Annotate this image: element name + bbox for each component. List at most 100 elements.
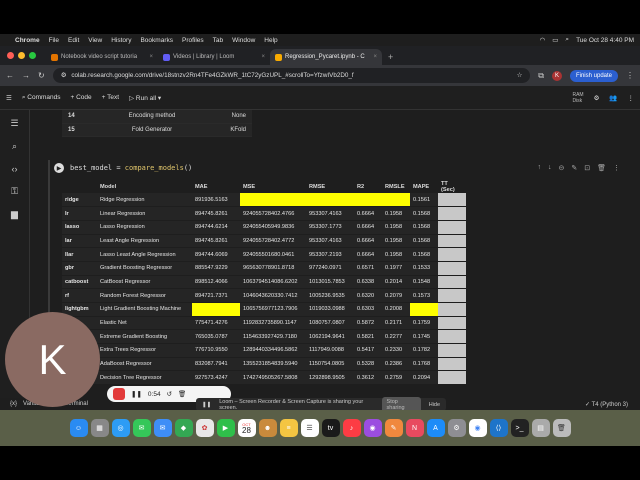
menu-tab[interactable]: Tab	[213, 37, 223, 44]
tab-regression-notebook[interactable]: Regression_Pycaret.ipynb - C ×	[270, 49, 382, 65]
contacts-icon[interactable]: ☻	[258, 419, 277, 437]
mirror-cell-icon[interactable]: ⊡	[584, 164, 590, 172]
reload-icon[interactable]: ↻	[38, 71, 45, 80]
more-options-icon[interactable]: ⋮	[628, 94, 635, 102]
podcasts-icon[interactable]: ◉	[363, 419, 382, 437]
mail-icon[interactable]: ✉	[153, 419, 172, 437]
variables-icon[interactable]: {x}	[10, 401, 17, 407]
site-info-icon[interactable]: ⚙	[61, 72, 67, 79]
downloads-folder-icon[interactable]: ▤	[531, 419, 550, 437]
cell-mse: 965630778901.8718	[240, 261, 306, 276]
new-tab-icon[interactable]: +	[382, 52, 399, 65]
chrome-icon[interactable]: ◉	[468, 419, 487, 437]
delete-icon[interactable]: 🗑	[597, 164, 606, 172]
cell-mae: 894744.6214	[192, 220, 240, 235]
cell-more-icon[interactable]: ⋮	[613, 164, 620, 172]
finish-update-button[interactable]: Finish update	[569, 69, 618, 82]
trash-icon[interactable]: 🗑	[552, 419, 571, 437]
safari-icon[interactable]: ◎	[111, 419, 130, 437]
move-down-icon[interactable]: ↓	[548, 164, 552, 172]
wifi-icon[interactable]: ◠	[540, 36, 546, 44]
url-field[interactable]: ⚙ colab.research.google.com/drive/18stnz…	[52, 68, 531, 83]
menu-profiles[interactable]: Profiles	[182, 37, 204, 44]
messages-icon[interactable]: ✉	[132, 419, 151, 437]
resource-indicator[interactable]: RAM Disk	[572, 92, 583, 104]
edit-icon[interactable]: ✎	[571, 164, 577, 172]
tab-notebook-script[interactable]: Notebook video script tutoria ×	[46, 49, 158, 65]
runtime-status[interactable]: ✓ T4 (Python 3)	[585, 401, 628, 408]
run-cell-button[interactable]: ▶	[54, 163, 64, 173]
files-folder-icon[interactable]: ▆	[11, 209, 18, 220]
finder-icon[interactable]: ☺	[69, 419, 88, 437]
maps-icon[interactable]: ◆	[174, 419, 193, 437]
code-cell[interactable]: ▶ best_model = compare_models() ↑ ↓ ⊝ ✎ …	[48, 160, 626, 398]
run-all-button[interactable]: ▷ Run all ▾	[129, 94, 161, 102]
back-icon[interactable]: ←	[6, 71, 14, 80]
close-tab-icon[interactable]: ×	[261, 54, 265, 60]
close-tab-icon[interactable]: ×	[373, 54, 377, 60]
code-snippets-icon[interactable]: ‹›	[12, 164, 18, 174]
system-settings-icon[interactable]: ⚙	[447, 419, 466, 437]
menu-view[interactable]: View	[88, 37, 102, 44]
cell-code[interactable]: best_model = compare_models()	[70, 164, 192, 172]
facetime-icon[interactable]: ▶	[216, 419, 235, 437]
menubar-datetime[interactable]: Tue Oct 28 4:40 PM	[576, 37, 634, 44]
loom-camera-bubble[interactable]: K	[5, 312, 100, 407]
secrets-key-icon[interactable]: ⚿	[11, 186, 18, 197]
calendar-icon[interactable]: OCT 28	[237, 419, 256, 437]
commands-button[interactable]: ⌕ Commands	[22, 94, 61, 102]
share-people-icon[interactable]: 👥	[609, 94, 617, 102]
profile-avatar[interactable]: K	[551, 70, 562, 81]
cell-tt-sec	[438, 288, 466, 303]
music-icon[interactable]: ♪	[342, 419, 361, 437]
extensions-icon[interactable]: ⧉	[538, 71, 544, 81]
cell-model: Gradient Boosting Regressor	[97, 261, 192, 276]
add-code-button[interactable]: + Code	[71, 94, 92, 101]
minimize-window-icon[interactable]	[18, 52, 25, 59]
bookmark-star-icon[interactable]: ☆	[517, 72, 523, 79]
search-icon[interactable]: ⌕	[565, 36, 569, 44]
move-up-icon[interactable]: ↑	[537, 164, 541, 172]
hide-button[interactable]: Hide	[429, 402, 440, 408]
battery-icon[interactable]: ▭	[552, 36, 558, 44]
cell-tt-sec	[438, 220, 466, 235]
tab-loom-library[interactable]: Videos | Library | Loom ×	[158, 49, 270, 65]
pause-icon[interactable]: ❚❚	[131, 390, 142, 398]
discard-icon[interactable]: 🗑	[178, 390, 186, 398]
menu-window[interactable]: Window	[232, 37, 255, 44]
add-text-button[interactable]: + Text	[102, 94, 119, 101]
app-store-icon[interactable]: A	[426, 419, 445, 437]
tv-icon[interactable]: tv	[321, 419, 340, 437]
hamburger-icon[interactable]: ☰	[6, 94, 12, 102]
menu-help[interactable]: Help	[264, 37, 277, 44]
menu-file[interactable]: File	[49, 37, 59, 44]
menu-app-name[interactable]: Chrome	[15, 37, 40, 44]
settings-icon[interactable]: ⚙	[594, 94, 600, 102]
toc-icon[interactable]: ☰	[10, 118, 18, 129]
close-tab-icon[interactable]: ×	[149, 54, 153, 60]
close-window-icon[interactable]	[7, 52, 14, 59]
vscode-icon[interactable]: ⟨⟩	[489, 419, 508, 437]
restart-icon[interactable]: ↺	[167, 390, 172, 398]
zoom-window-icon[interactable]	[29, 52, 36, 59]
notes-icon[interactable]: ≡	[279, 419, 298, 437]
link-icon[interactable]: ⊝	[558, 164, 564, 172]
table-row: gbr Gradient Boosting Regressor 885547.922…	[62, 261, 466, 276]
stop-recording-button[interactable]	[113, 388, 125, 400]
cell-r2: 0.6664	[354, 247, 382, 262]
cell-rmse: 953307.4163	[306, 206, 354, 221]
photos-icon[interactable]: ✿	[195, 419, 214, 437]
reminders-icon[interactable]: ☰	[300, 419, 319, 437]
code-function-name: compare_models	[124, 164, 184, 172]
cell-model: Lasso Least Angle Regression	[97, 247, 192, 262]
forward-icon[interactable]: →	[22, 71, 30, 80]
menu-history[interactable]: History	[111, 37, 131, 44]
launchpad-icon[interactable]: ▦	[90, 419, 109, 437]
pages-icon[interactable]: ✎	[384, 419, 403, 437]
browser-menu-icon[interactable]: ⋮	[626, 71, 634, 80]
menu-bookmarks[interactable]: Bookmarks	[140, 37, 173, 44]
search-replace-icon[interactable]: ⌕	[12, 141, 17, 152]
news-icon[interactable]: N	[405, 419, 424, 437]
menu-edit[interactable]: Edit	[68, 37, 79, 44]
terminal-app-icon[interactable]: >_	[510, 419, 529, 437]
